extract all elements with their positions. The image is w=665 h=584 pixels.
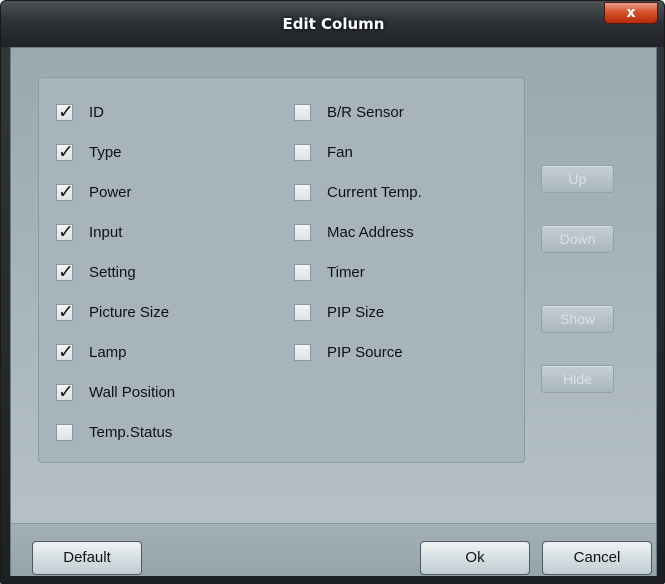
check-icon: ✓: [58, 140, 74, 163]
dialog-title: Edit Column: [282, 15, 385, 33]
check-icon: ✓: [58, 180, 74, 203]
checkbox[interactable]: [294, 303, 311, 321]
check-icon: ✓: [58, 300, 74, 323]
checkbox[interactable]: ✓: [56, 380, 74, 403]
check-icon: ✓: [58, 380, 74, 403]
checkbox[interactable]: ✓: [56, 100, 74, 123]
checkbox[interactable]: [56, 423, 73, 441]
checkbox[interactable]: ✓: [56, 140, 74, 163]
column-option-label: Temp.Status: [89, 423, 173, 441]
default-button[interactable]: Default: [32, 541, 142, 575]
column-option-label: ID: [89, 103, 104, 121]
column-checkbox-group: ✓ ID ✓ Type ✓ Power ✓ Input ✓ Setting ✓ …: [38, 77, 525, 463]
checkbox[interactable]: ✓: [56, 260, 74, 283]
dialog-footer: Default Ok Cancel: [11, 523, 656, 576]
check-icon: ✓: [58, 260, 74, 283]
checkbox[interactable]: ✓: [56, 300, 74, 323]
column-option-setting[interactable]: ✓ Setting: [56, 260, 136, 283]
ok-button[interactable]: Ok: [420, 541, 530, 575]
title-bar[interactable]: Edit Column x: [1, 1, 664, 47]
show-button[interactable]: Show: [541, 305, 614, 333]
column-option-fan[interactable]: Fan: [294, 142, 353, 162]
column-option-label: Timer: [327, 263, 365, 281]
column-option-label: PIP Source: [327, 343, 403, 361]
column-option-label: Type: [89, 143, 122, 161]
column-option-current-temp[interactable]: Current Temp.: [294, 182, 422, 202]
checkbox[interactable]: [294, 223, 311, 241]
column-option-input[interactable]: ✓ Input: [56, 220, 123, 243]
check-icon: ✓: [58, 220, 74, 243]
column-option-power[interactable]: ✓ Power: [56, 180, 132, 203]
column-option-picture-size[interactable]: ✓ Picture Size: [56, 300, 170, 323]
column-option-pip-source[interactable]: PIP Source: [294, 342, 403, 362]
column-option-temp-status[interactable]: Temp.Status: [56, 422, 172, 442]
column-option-label: B/R Sensor: [327, 103, 404, 121]
column-option-br-sensor[interactable]: B/R Sensor: [294, 102, 404, 122]
column-option-label: PIP Size: [327, 303, 385, 321]
column-option-lamp[interactable]: ✓ Lamp: [56, 340, 127, 363]
hide-button[interactable]: Hide: [541, 365, 614, 393]
checkbox[interactable]: [294, 343, 311, 361]
checkbox[interactable]: [294, 263, 311, 281]
checkbox[interactable]: ✓: [56, 340, 74, 363]
checkbox[interactable]: [294, 103, 311, 121]
check-icon: ✓: [58, 340, 74, 363]
column-option-label: Picture Size: [89, 303, 170, 321]
check-icon: ✓: [58, 100, 74, 123]
checkbox[interactable]: ✓: [56, 180, 74, 203]
column-option-id[interactable]: ✓ ID: [56, 100, 104, 123]
column-option-wall-position[interactable]: ✓ Wall Position: [56, 380, 176, 403]
up-button[interactable]: Up: [541, 165, 614, 193]
column-option-type[interactable]: ✓ Type: [56, 140, 122, 163]
column-option-label: Input: [89, 223, 123, 241]
close-button[interactable]: x: [604, 2, 658, 24]
column-option-mac-address[interactable]: Mac Address: [294, 222, 414, 242]
column-option-label: Power: [89, 183, 132, 201]
column-option-label: Fan: [327, 143, 353, 161]
down-button[interactable]: Down: [541, 225, 614, 253]
column-option-label: Mac Address: [327, 223, 414, 241]
column-option-timer[interactable]: Timer: [294, 262, 365, 282]
checkbox[interactable]: [294, 143, 311, 161]
column-option-pip-size[interactable]: PIP Size: [294, 302, 384, 322]
column-option-label: Current Temp.: [327, 183, 422, 201]
checkbox[interactable]: ✓: [56, 220, 74, 243]
cancel-button[interactable]: Cancel: [542, 541, 652, 575]
column-option-label: Wall Position: [89, 383, 176, 401]
column-option-label: Lamp: [89, 343, 127, 361]
checkbox[interactable]: [294, 183, 311, 201]
dialog-body: ✓ ID ✓ Type ✓ Power ✓ Input ✓ Setting ✓ …: [10, 47, 657, 576]
column-option-label: Setting: [89, 263, 136, 281]
edit-column-dialog: Edit Column x ✓ ID ✓ Type ✓ Power ✓ Inpu…: [0, 0, 665, 584]
